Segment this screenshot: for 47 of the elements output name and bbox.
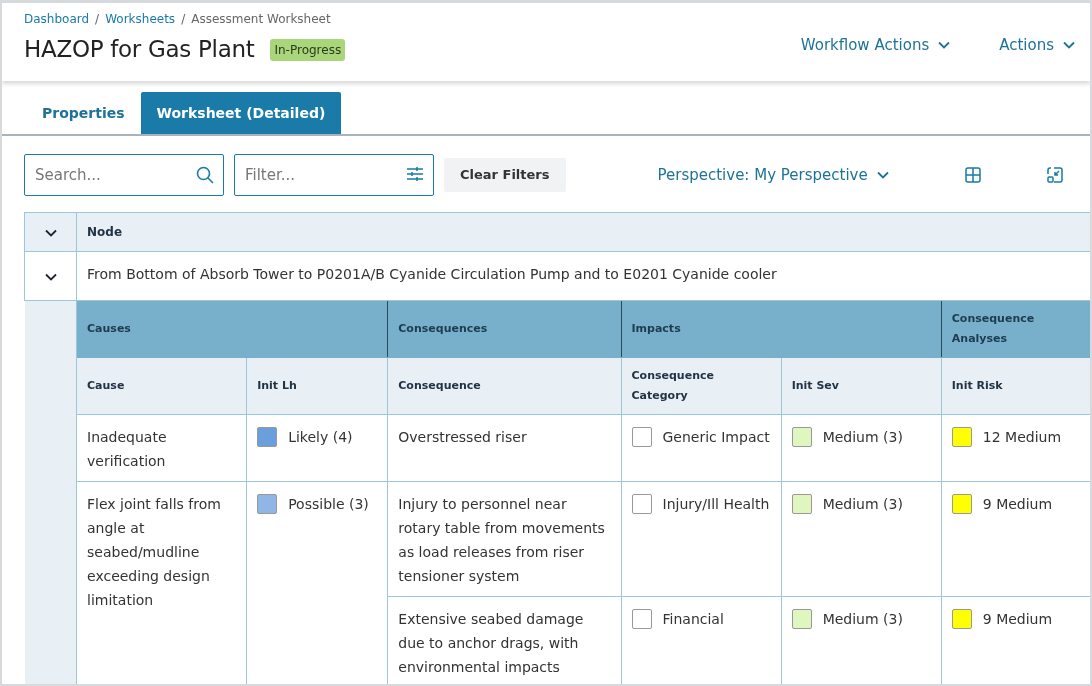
sliders-icon bbox=[406, 166, 424, 182]
actions-dropdown[interactable]: Actions bbox=[999, 34, 1076, 57]
table-cell: Inadequate verification bbox=[76, 414, 247, 482]
column-header: Consequence bbox=[387, 357, 621, 415]
status-badge: In-Progress bbox=[270, 38, 346, 61]
table-cell-text: 12 Medium bbox=[982, 428, 1062, 447]
column-header: Cause bbox=[76, 357, 247, 415]
breadcrumb-link[interactable]: Dashboard bbox=[24, 10, 90, 28]
table-cell-text: Injury/Ill Health bbox=[662, 495, 770, 514]
table-cell-text: Medium (3) bbox=[822, 610, 903, 629]
grid-view-icon[interactable] bbox=[963, 166, 982, 184]
table-cell-text: 9 Medium bbox=[982, 495, 1053, 514]
table-cell-text: 9 Medium bbox=[982, 610, 1053, 629]
checkbox[interactable] bbox=[631, 427, 652, 447]
page-title: HAZOP for Gas Plant bbox=[24, 36, 255, 64]
table-cell-text: Financial bbox=[662, 610, 724, 629]
actions-dropdown[interactable]: Workflow Actions bbox=[800, 34, 952, 57]
table-cell-text: Likely (4) bbox=[288, 428, 353, 447]
breadcrumb-link[interactable]: Worksheets bbox=[105, 10, 176, 28]
column-header: Node bbox=[76, 212, 1090, 252]
column-header: Init Risk bbox=[941, 357, 1090, 415]
table-cell-text: Generic Impact bbox=[662, 428, 770, 447]
column-header: Init Sev bbox=[781, 357, 942, 415]
tab[interactable]: Properties bbox=[26, 92, 141, 134]
table-cell: Overstressed riser bbox=[387, 414, 621, 482]
table-cell-text: Possible (3) bbox=[288, 495, 369, 514]
breadcrumb-current: Assessment Worksheet bbox=[191, 11, 331, 28]
table-cell: Injury to personnel near rotary table from movements as load releases from riser tensioner system bbox=[387, 481, 621, 597]
group-header: Impacts bbox=[621, 300, 942, 358]
search-field[interactable]: Search... bbox=[24, 154, 224, 196]
checkbox[interactable] bbox=[631, 494, 652, 514]
tab[interactable]: Worksheet (Detailed) bbox=[140, 92, 342, 134]
table-cell-text: Medium (3) bbox=[822, 495, 903, 514]
group-header: Consequence Analyses bbox=[941, 300, 1090, 358]
clear-filters-button[interactable]: Clear Filters bbox=[444, 158, 566, 192]
search-icon bbox=[196, 166, 214, 184]
breadcrumb-separator: / bbox=[95, 11, 100, 28]
table-cell-text: Medium (3) bbox=[822, 428, 903, 447]
group-header: Consequences bbox=[387, 300, 621, 358]
perspective-dropdown[interactable]: Perspective: My Perspective bbox=[651, 162, 896, 188]
filter-field[interactable]: Filter... bbox=[234, 154, 434, 196]
column-header: Init Lh bbox=[246, 357, 388, 415]
column-header: Consequence Category bbox=[621, 357, 782, 415]
group-header: Causes bbox=[76, 300, 388, 358]
checkbox[interactable] bbox=[631, 609, 652, 629]
breadcrumb-separator: / bbox=[181, 11, 186, 28]
collapse-icon[interactable] bbox=[1045, 166, 1064, 184]
